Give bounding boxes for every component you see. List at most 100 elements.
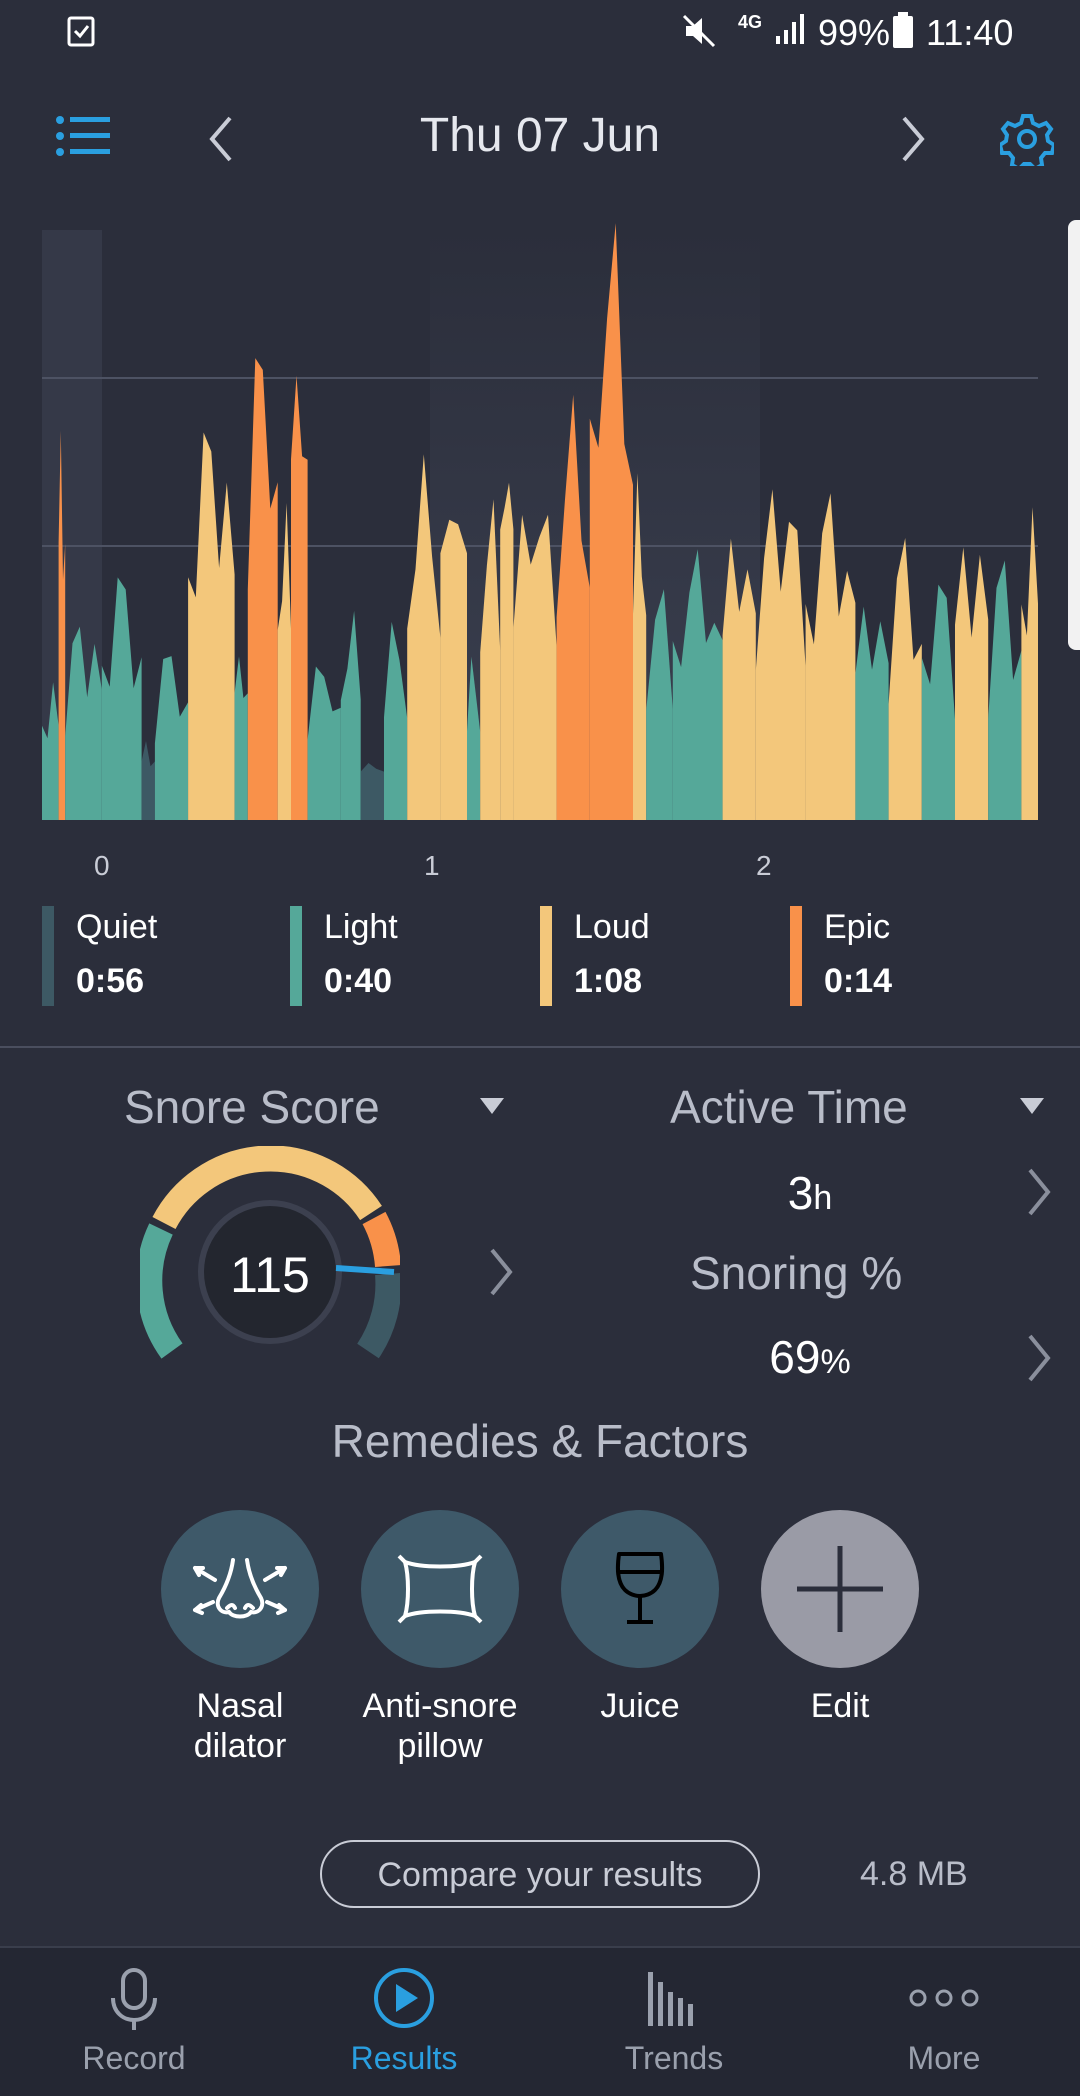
more-dots-icon — [909, 1989, 979, 2007]
active-time-unit: h — [813, 1179, 833, 1217]
network-type: 4G — [738, 12, 763, 32]
active-time-value: 3h — [660, 1166, 960, 1220]
chart-segment-loud — [755, 489, 806, 820]
nav-record[interactable]: Record — [34, 1948, 234, 2096]
clipboard-check-icon — [67, 16, 95, 47]
chevron-right-icon[interactable] — [1024, 1332, 1054, 1384]
remedy-label-line1: Edit — [810, 1687, 870, 1725]
chevron-right-icon[interactable] — [1024, 1166, 1054, 1218]
chart-segment-light — [234, 656, 248, 820]
chart-segment-loud — [805, 493, 856, 820]
chart-segment-loud — [440, 519, 467, 820]
remedy-edit[interactable]: Edit — [730, 1510, 950, 1780]
remedy-juice[interactable]: Juice — [530, 1510, 750, 1780]
remedy-circle — [561, 1510, 719, 1668]
glass-icon — [615, 1552, 665, 1624]
remedy-label-line1: Anti-snore — [362, 1687, 518, 1725]
chart-svg — [42, 223, 1038, 821]
plus-icon — [797, 1546, 883, 1632]
nav-label: Results — [350, 2040, 458, 2076]
chart-segment-light — [921, 584, 955, 820]
snoring-pct-unit: % — [820, 1343, 851, 1381]
chart-segment-loud — [500, 482, 514, 820]
legend-swatch-epic — [790, 906, 802, 1006]
remedy-nasal-dilator[interactable]: Nasal dilator — [130, 1510, 350, 1780]
caret-down-icon[interactable] — [478, 1096, 506, 1116]
snore-score-title: Snore Score — [124, 1081, 380, 1133]
microphone-icon — [111, 1968, 157, 2030]
nav-trends[interactable]: Trends — [574, 1948, 774, 2096]
chart-segment-light — [384, 621, 408, 820]
x-tick-label: 0 — [94, 850, 110, 881]
legend-value-light: 0:40 — [324, 962, 393, 1000]
x-tick-label: 1 — [424, 850, 440, 881]
legend-name-light: Light — [324, 908, 398, 946]
active-time-title: Active Time — [670, 1081, 908, 1133]
remedy-label-line1: Juice — [600, 1687, 680, 1725]
legend-value-loud: 1:08 — [574, 962, 643, 1000]
x-tick-label: 2 — [756, 850, 772, 881]
remedy-label: Nasal dilator — [130, 1686, 350, 1766]
remedy-label-line2: dilator — [193, 1727, 287, 1765]
snore-chart[interactable]: 0 1 2 — [0, 190, 1080, 881]
play-icon — [374, 1968, 434, 2028]
mute-icon — [682, 14, 716, 48]
chart-segment-loud — [955, 547, 989, 820]
legend-value-epic: 0:14 — [824, 962, 893, 1000]
remedy-label-line2: pillow — [397, 1727, 483, 1765]
chart-segment-light — [855, 606, 889, 820]
compare-results-button[interactable]: Compare your results — [320, 1840, 760, 1908]
stats-panel[interactable]: Active Time 3h Snoring % 69% — [560, 1070, 1080, 1400]
chart-segment-loud — [1021, 507, 1038, 820]
nose-icon — [193, 1558, 287, 1619]
scroll-handle[interactable] — [1068, 220, 1080, 650]
gauge-light-arc — [140, 1223, 183, 1359]
signal-icon — [776, 14, 804, 44]
clock: 11:40 — [926, 12, 1014, 53]
chart-segment-light — [988, 560, 1022, 820]
remedy-label: Edit — [730, 1686, 950, 1726]
remedy-label-line1: Nasal — [196, 1687, 284, 1725]
remedy-anti-snore-pillow[interactable]: Anti-snore pillow — [330, 1510, 550, 1780]
gauge-epic-arc — [362, 1211, 400, 1268]
caret-down-icon[interactable] — [1018, 1096, 1046, 1116]
chart-segment-light — [340, 610, 361, 820]
nav-label: Record — [82, 2040, 186, 2076]
legend-swatch-loud — [540, 906, 552, 1006]
gauge-quiet-arc — [356, 1272, 400, 1359]
legend-swatch-light — [290, 906, 302, 1006]
legend-name-quiet: Quiet — [76, 908, 158, 946]
chart-segment-light — [101, 577, 142, 820]
remedy-label: Anti-snore pillow — [330, 1686, 550, 1766]
remedy-label: Juice — [530, 1686, 750, 1726]
gear-icon[interactable] — [1000, 112, 1054, 166]
battery-percent: 99% — [818, 12, 891, 53]
chevron-right-icon[interactable] — [486, 1246, 516, 1298]
chart-segment-light — [307, 666, 341, 820]
chart-segment-loud — [277, 503, 291, 820]
status-bar: 4G 99% 11:40 — [0, 0, 1080, 64]
legend-name-epic: Epic — [824, 908, 891, 946]
snore-score-value: 115 — [230, 1247, 310, 1303]
file-size: 4.8 MB — [860, 1855, 968, 1893]
nav-results[interactable]: Results — [304, 1948, 504, 2096]
chart-segment-epic — [247, 358, 278, 820]
chart-segment-quiet — [141, 741, 155, 820]
chevron-right-icon[interactable] — [898, 114, 928, 164]
legend-name-loud: Loud — [574, 908, 650, 946]
nav-more[interactable]: More — [844, 1948, 1044, 2096]
section-divider — [0, 1046, 1080, 1048]
gauge-needle — [335, 1265, 395, 1275]
legend: Quiet 0:56 Light 0:40 Loud 1:08 Epic 0:1… — [0, 904, 1080, 1014]
remedy-circle — [361, 1510, 519, 1668]
chart-segment-light — [154, 656, 189, 820]
legend-swatch-quiet — [42, 906, 54, 1006]
chart-segment-epic — [291, 375, 308, 820]
nav-label: Trends — [624, 2040, 724, 2076]
snoring-pct-number: 69 — [769, 1331, 821, 1383]
remedies-title-text: Remedies & Factors — [331, 1415, 749, 1467]
pillow-icon — [397, 1554, 483, 1624]
snoring-pct-title: Snoring % — [690, 1247, 903, 1299]
snore-score-panel[interactable]: Snore Score 115 — [0, 1070, 540, 1390]
chart-segment-quiet — [360, 763, 384, 820]
